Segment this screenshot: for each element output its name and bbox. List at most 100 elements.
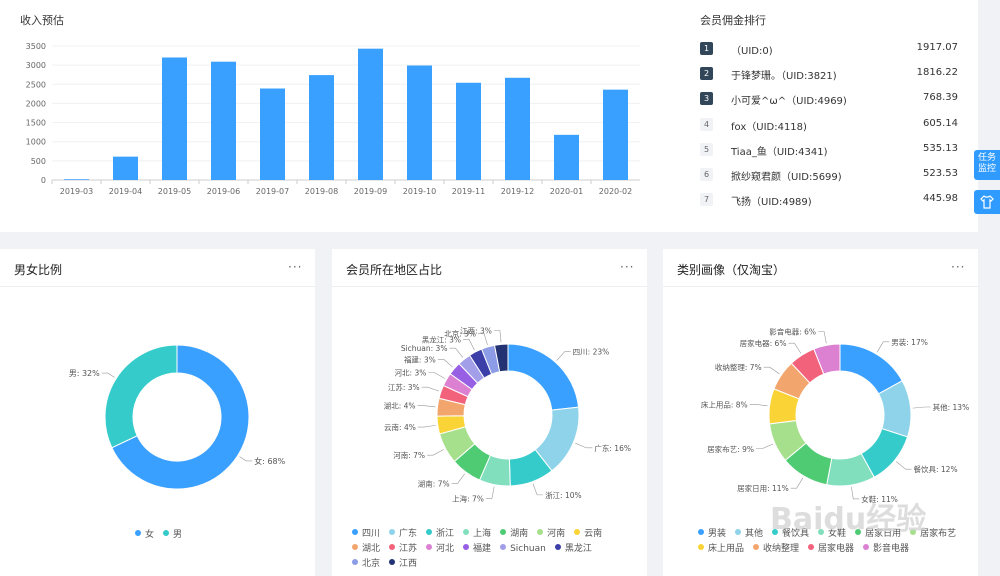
legend-dot-icon <box>500 544 507 550</box>
legend-item[interactable]: 河北 <box>426 542 454 557</box>
slice-label: 影音电器: 6% <box>769 327 816 337</box>
slice-label: 餐饮具: 12% <box>913 464 957 474</box>
slice-label: 上海: 7% <box>452 493 484 503</box>
ranking-row: 6 掀纱窥君颜（UID:5699) 523.53 <box>700 165 958 185</box>
slice-label: 湖南: 7% <box>418 478 450 488</box>
bar[interactable] <box>358 48 383 181</box>
legend-dot-icon <box>500 529 507 535</box>
bar[interactable] <box>309 75 334 180</box>
label-leader <box>437 359 454 368</box>
bar[interactable] <box>260 88 285 180</box>
legend-label: 四川 <box>362 529 381 539</box>
legend-item[interactable]: 福建 <box>463 542 491 557</box>
legend-label: 黑龙江 <box>564 544 592 554</box>
donut-slice[interactable] <box>104 344 178 449</box>
legend-item[interactable]: 其他 <box>735 527 763 542</box>
legend-dot-icon <box>753 544 760 550</box>
legend-item[interactable]: 四川 <box>352 527 380 542</box>
legend-item[interactable]: Sichuan <box>500 542 546 557</box>
x-tick-label: 2019-07 <box>256 187 289 196</box>
x-tick-label: 2019-06 <box>207 187 240 196</box>
label-leader <box>532 483 544 496</box>
slice-label: 女: 68% <box>254 456 285 466</box>
slice-label: 其他: 13% <box>933 402 970 412</box>
legend-item[interactable]: 床上用品 <box>698 542 744 557</box>
bar[interactable] <box>113 156 138 180</box>
label-leader <box>485 486 495 499</box>
legend-item[interactable]: 居家电器 <box>808 542 854 557</box>
legend-item[interactable]: 江苏 <box>389 542 417 557</box>
x-tick-label: 2019-12 <box>501 187 534 196</box>
shirt-button[interactable] <box>974 190 1000 214</box>
rank-value: 523.53 <box>923 168 958 179</box>
slice-label: 湖北: 4% <box>384 402 416 411</box>
legend-item[interactable]: 广东 <box>389 527 417 542</box>
legend-item[interactable]: 收纳整理 <box>753 542 799 557</box>
label-leader <box>451 473 465 484</box>
label-leader <box>417 425 436 428</box>
slice-label: 浙江: 10% <box>545 490 582 500</box>
bar[interactable] <box>456 82 481 180</box>
legend-label: 浙江 <box>436 529 455 539</box>
legend-item[interactable]: 江西 <box>389 557 417 572</box>
legend-item[interactable]: 影音电器 <box>863 542 909 557</box>
slice-label: 江西: 3% <box>460 326 492 335</box>
legend-item[interactable]: 浙江 <box>426 527 454 542</box>
y-tick-label: 2000 <box>26 99 46 108</box>
label-leader <box>239 456 253 462</box>
y-tick-label: 500 <box>31 157 46 166</box>
gender-card: 男女比例 ··· 女: 68% 男: 32% 女男 <box>0 249 315 576</box>
legend-item[interactable]: 北京 <box>352 557 380 572</box>
rank-value: 768.39 <box>923 92 958 104</box>
label-leader <box>575 442 593 449</box>
rank-name: fox（UID:4118) <box>731 121 807 133</box>
legend-item[interactable]: 河南 <box>537 527 565 542</box>
legend-dot-icon <box>863 544 870 550</box>
y-tick-label: 2500 <box>26 80 46 89</box>
watermark: Baidu经验 <box>770 502 927 537</box>
donut-slice[interactable] <box>507 343 580 411</box>
legend-item[interactable]: 云南 <box>574 527 602 542</box>
bar[interactable] <box>211 61 236 180</box>
legend-item[interactable]: 上海 <box>463 527 491 542</box>
slice-label: 男装: 17% <box>891 337 928 347</box>
legend-dot-icon <box>135 530 141 536</box>
legend-item[interactable]: 湖北 <box>352 542 380 557</box>
x-tick-label: 2019-09 <box>354 187 387 196</box>
ranking-row: 5 Tiaa_鱼（UID:4341) 535.13 <box>700 140 958 160</box>
x-tick-label: 2020-01 <box>550 187 583 196</box>
bar[interactable] <box>603 89 628 180</box>
ranking-row: 4 fox（UID:4118) 605.14 <box>700 115 958 135</box>
slice-label: 男: 32% <box>69 369 100 378</box>
rank-name: 于锋梦珊。（UID:3821) <box>731 71 837 83</box>
legend-item[interactable]: 黑龙江 <box>554 542 592 557</box>
y-tick-label: 3500 <box>26 42 46 51</box>
legend-dot-icon <box>554 544 561 550</box>
legend-label: 湖北 <box>362 544 381 554</box>
legend-item[interactable]: 女 <box>135 527 154 540</box>
label-leader <box>790 477 804 489</box>
legend-label: 江西 <box>399 559 418 569</box>
legend-label: 床上用品 <box>708 544 745 554</box>
legend-item[interactable]: 男装 <box>698 527 726 542</box>
rank-name: 掀纱窥君颜（UID:5699) <box>731 172 842 183</box>
shirt-icon <box>980 195 994 209</box>
rank-name: Tiaa_鱼（UID:4341) <box>731 146 828 158</box>
task-monitor-button[interactable]: 任务监控 <box>974 150 1000 180</box>
legend-label: 影音电器 <box>873 544 910 554</box>
legend-dot-icon <box>163 530 170 536</box>
legend-item[interactable]: 湖南 <box>500 527 528 542</box>
bar[interactable] <box>162 57 187 180</box>
legend-dot-icon <box>463 544 470 550</box>
bar[interactable] <box>407 65 432 180</box>
legend-dot-icon <box>352 529 358 535</box>
slice-label: 广东: 16% <box>594 443 631 453</box>
bar[interactable] <box>505 77 530 180</box>
ranking-row: 7 飞扬（UID:4989) 445.98 <box>700 190 958 210</box>
legend-dot-icon <box>537 529 544 535</box>
legend-dot-icon <box>698 544 704 550</box>
rank-badge: 3 <box>700 92 713 106</box>
legend-item[interactable]: 男 <box>163 527 182 540</box>
bar[interactable] <box>554 134 579 180</box>
bar[interactable] <box>64 179 89 180</box>
